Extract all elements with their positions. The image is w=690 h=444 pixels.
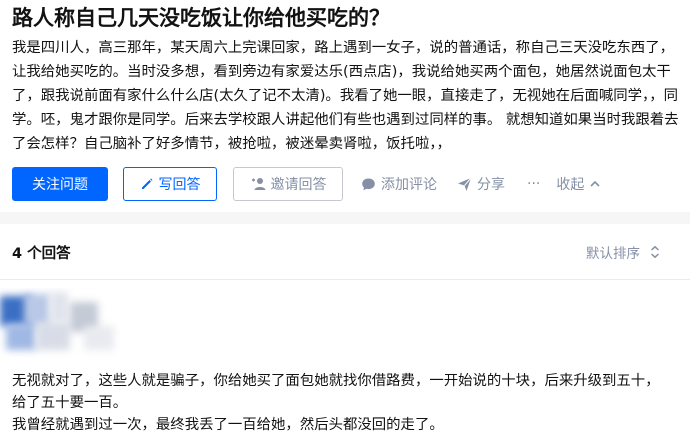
question-card: 路人称自己几天没吃饭让你给他买吃的？ 我是四川人，高三那年，某天周六上完课回家，… bbox=[0, 0, 690, 212]
sort-updown-icon bbox=[650, 245, 660, 259]
invite-answer-button[interactable]: 邀请回答 bbox=[233, 167, 343, 201]
sort-label: 默认排序 bbox=[586, 246, 640, 262]
more-actions-label: ··· bbox=[527, 176, 541, 192]
answers-count: 4 个回答 bbox=[12, 246, 71, 262]
pencil-icon bbox=[140, 177, 154, 191]
invite-answer-label: 邀请回答 bbox=[270, 177, 327, 193]
follow-question-label: 关注问题 bbox=[32, 177, 88, 193]
write-answer-button[interactable]: 写回答 bbox=[123, 167, 217, 201]
paper-plane-icon bbox=[457, 177, 472, 192]
collapse-button[interactable]: 收起 bbox=[556, 174, 601, 194]
add-person-icon bbox=[250, 177, 266, 191]
question-actions: 关注问题 写回答 邀请回答 添加评论 分享 ··· 收起 bbox=[12, 167, 601, 201]
answers-header: 4 个回答 默认排序 bbox=[0, 224, 690, 280]
share-label: 分享 bbox=[477, 177, 505, 193]
add-comment-label: 添加评论 bbox=[381, 177, 437, 193]
sort-dropdown[interactable]: 默认排序 bbox=[586, 242, 660, 262]
collapse-label: 收起 bbox=[556, 177, 585, 193]
chevron-up-icon bbox=[589, 178, 601, 190]
blurred-author-avatar bbox=[0, 288, 120, 366]
follow-question-button[interactable]: 关注问题 bbox=[12, 167, 108, 201]
question-detail: 我是四川人，高三那年，某天周六上完课回家，路上遇到一女子，说的普通话，称自己三天… bbox=[12, 40, 679, 152]
add-comment-action[interactable]: 添加评论 bbox=[361, 174, 437, 194]
answer-paragraph: 无视就对了，这些人就是骗子，你给她买了面包她就找你借路费，一开始说的十块，后来升… bbox=[12, 373, 660, 411]
answer-content: 无视就对了，这些人就是骗子，你给她买了面包她就找你借路费，一开始说的十块，后来升… bbox=[12, 370, 672, 436]
answer-paragraph: 我曾经就遇到过一次，最终我丢了一百给她，然后头都没回的走了。 bbox=[12, 417, 444, 433]
write-answer-label: 写回答 bbox=[158, 177, 201, 193]
comment-bubble-icon bbox=[361, 177, 376, 192]
question-title[interactable]: 路人称自己几天没吃饭让你给他买吃的？ bbox=[12, 4, 682, 32]
more-actions-button[interactable]: ··· bbox=[527, 176, 540, 192]
share-action[interactable]: 分享 bbox=[457, 174, 505, 194]
answers-card: 4 个回答 默认排序 无视就对了，这些人就是骗子，你给她买了面包她就找你借路费，… bbox=[0, 224, 690, 444]
